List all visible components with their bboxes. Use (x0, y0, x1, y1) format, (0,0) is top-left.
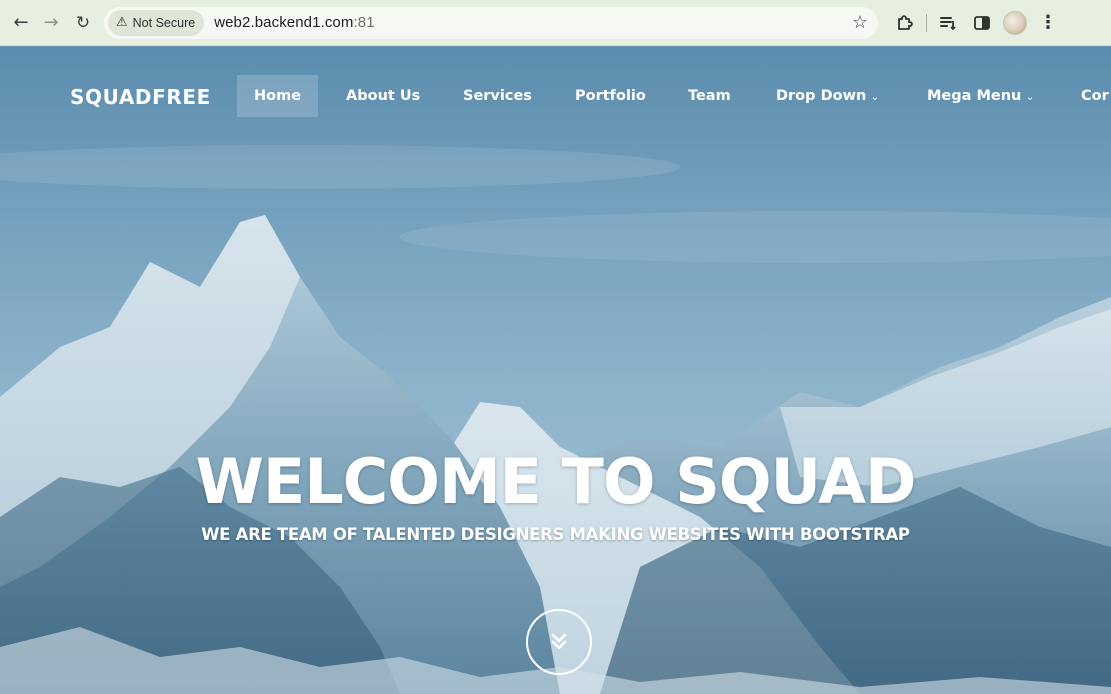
hero-subheadline: WE ARE TEAM OF TALENTED DESIGNERS MAKING… (201, 525, 910, 544)
reload-icon[interactable]: ↻ (70, 10, 96, 36)
browser-toolbar: ← → ↻ ⚠ Not Secure web2.backend1.com:81 … (0, 0, 1111, 46)
toolbar-divider (926, 13, 927, 32)
chevron-down-icon: ⌄ (870, 90, 880, 103)
nav-home[interactable]: Home (237, 75, 319, 117)
nav-contact-partial[interactable]: Cor (1081, 75, 1109, 117)
side-panel-icon[interactable] (969, 10, 995, 36)
nav-about-us-label: About Us (346, 88, 421, 104)
nav-mega-menu-label: Mega Menu (927, 88, 1022, 104)
nav-portfolio[interactable]: Portfolio (575, 75, 646, 117)
site-logo[interactable]: SQUADFREE (70, 85, 211, 109)
address-bar[interactable]: ⚠ Not Secure web2.backend1.com:81 ☆ (104, 6, 878, 39)
arrow-right-icon[interactable]: → (38, 10, 64, 36)
hero-headline: WELCOME TO SQUAD (195, 445, 917, 518)
nav-mega-menu[interactable]: Mega Menu ⌄ (927, 75, 1035, 117)
nav-team-label: Team (688, 88, 731, 104)
nav-portfolio-label: Portfolio (575, 88, 646, 104)
nav-about-us[interactable]: About Us (346, 75, 420, 117)
kebab-menu-icon[interactable]: ⋮ (1035, 10, 1061, 36)
nav-services-label: Services (463, 88, 532, 104)
reading-list-icon[interactable] (935, 10, 961, 36)
security-label: Not Secure (132, 15, 196, 30)
warning-triangle-icon: ⚠ (116, 15, 128, 30)
site-navbar: SQUADFREE Home About Us Services Portfol… (0, 47, 1111, 145)
arrow-left-icon[interactable]: ← (8, 10, 34, 36)
star-icon[interactable]: ☆ (852, 12, 868, 33)
profile-avatar[interactable] (1003, 10, 1027, 35)
url-port: :81 (353, 14, 375, 31)
security-chip[interactable]: ⚠ Not Secure (108, 9, 205, 36)
chevron-down-icon: ⌄ (1025, 90, 1035, 103)
nav-contact-label: Cor (1081, 88, 1109, 104)
nav-drop-down-label: Drop Down (776, 88, 867, 104)
url-text[interactable]: web2.backend1.com:81 (214, 14, 374, 31)
scroll-down-button[interactable] (526, 609, 592, 675)
hero-section: SQUADFREE Home About Us Services Portfol… (0, 47, 1111, 694)
url-host: web2.backend1.com (214, 14, 354, 31)
nav-services[interactable]: Services (463, 75, 532, 117)
puzzle-icon[interactable] (892, 10, 918, 36)
double-chevron-down-icon (551, 633, 567, 650)
nav-home-label: Home (254, 88, 302, 104)
nav-drop-down[interactable]: Drop Down ⌄ (776, 75, 880, 117)
nav-team[interactable]: Team (688, 75, 731, 117)
